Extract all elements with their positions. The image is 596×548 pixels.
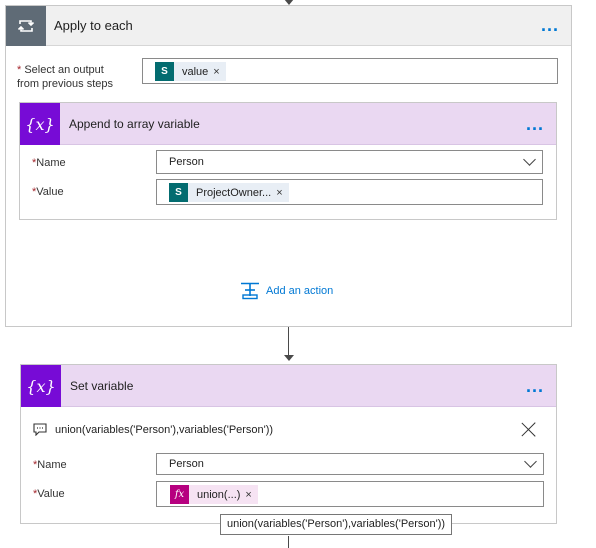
select-output-input[interactable]: S value × (142, 58, 558, 84)
remove-token-icon[interactable]: × (213, 66, 225, 78)
variable-icon: {x} (21, 365, 61, 407)
append-to-array-card: {x} Append to array variable ... *Name P… (19, 102, 557, 220)
chevron-down-icon (524, 455, 537, 468)
set-value-label: *Value (33, 488, 65, 500)
set-variable-title: Set variable (70, 379, 134, 393)
append-name-value: Person (169, 156, 204, 168)
bottom-connector-line (288, 536, 289, 548)
set-value-input[interactable]: fx union(...) × (156, 481, 544, 507)
expression-icon: fx (170, 485, 189, 504)
select-output-label: * Select an output from previous steps (17, 64, 113, 90)
remove-token-icon[interactable]: × (245, 489, 257, 501)
append-value-label: *Value (32, 186, 64, 198)
variable-icon: {x} (20, 103, 60, 145)
loop-icon (6, 6, 46, 46)
connector-line (288, 327, 289, 356)
remove-token-icon[interactable]: × (276, 187, 288, 199)
set-variable-card: {x} Set variable ... union(variables('Pe… (20, 364, 557, 524)
append-name-label: *Name (32, 157, 66, 169)
comment-row: union(variables('Person'),variables('Per… (33, 423, 273, 436)
sharepoint-icon: S (169, 183, 188, 202)
add-action-button[interactable]: Add an action (240, 282, 333, 300)
close-icon[interactable] (521, 421, 537, 437)
apply-to-each-more-icon[interactable]: ... (541, 16, 559, 34)
set-name-label: *Name (33, 459, 67, 471)
project-owner-token[interactable]: S ProjectOwner... × (169, 183, 289, 202)
comment-text: union(variables('Person'),variables('Per… (55, 423, 274, 436)
chevron-down-icon (523, 153, 536, 166)
set-name-dropdown[interactable]: Person (156, 453, 544, 475)
expression-tooltip: union(variables('Person'),variables('Per… (220, 514, 453, 535)
add-action-label: Add an action (266, 285, 334, 297)
add-action-icon (241, 282, 259, 300)
append-name-dropdown[interactable]: Person (156, 150, 543, 174)
apply-to-each-title: Apply to each (54, 18, 133, 33)
apply-to-each-header[interactable]: Apply to each ... (6, 6, 571, 46)
value-token[interactable]: S value × (155, 62, 226, 81)
append-to-array-title: Append to array variable (69, 117, 200, 131)
connector-arrow (284, 355, 294, 361)
set-variable-header[interactable]: {x} Set variable ... (21, 365, 556, 407)
set-variable-more-icon[interactable]: ... (526, 377, 544, 395)
comment-icon (33, 423, 47, 436)
sharepoint-icon: S (155, 62, 174, 81)
set-name-value: Person (169, 458, 204, 470)
union-expression-token[interactable]: fx union(...) × (170, 485, 258, 504)
append-value-input[interactable]: S ProjectOwner... × (156, 179, 543, 205)
append-to-array-header[interactable]: {x} Append to array variable ... (20, 103, 556, 145)
append-to-array-more-icon[interactable]: ... (526, 115, 544, 133)
